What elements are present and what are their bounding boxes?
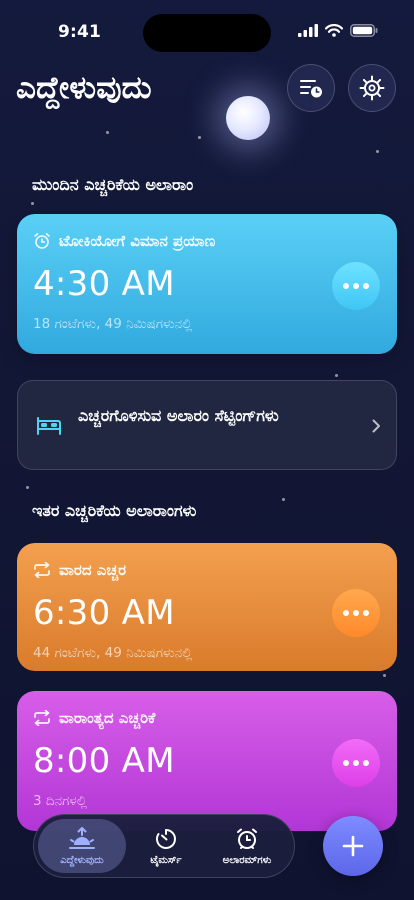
star [106, 131, 109, 134]
more-dot [363, 283, 369, 289]
page-title: ಎದ್ದೇಳುವುದು [16, 70, 152, 106]
alarm-clock-icon [237, 828, 257, 849]
other-alarms-heading: ಇತರ ಎಚ್ಚರಿಕೆಯ ಅಲಾರಾಂಗಳು [32, 501, 197, 520]
wake-alarm-settings-row[interactable]: ಎಚ್ಚರಗೊಳಿಸುವ ಅಲಾರಂ ಸೆಟ್ಟಿಂಗ್‌ಗಳು [17, 380, 397, 470]
gear-icon [359, 75, 385, 101]
alarm-card[interactable]: ವಾರದ ಎಚ್ಚರ 6:30 AM 44 ಗಂಟೆಗಳು, 49 ನಿಮಿಷಗ… [17, 543, 397, 671]
tab-bar: ಎದ್ದೇಳುವುದು ಟೈಮರ್ಸ್ ಅಲಾರಮ್‌ಗಳು [33, 814, 295, 878]
dynamic-island [143, 14, 271, 52]
alarm-label-row: ವಾರದ ಎಚ್ಚರ [33, 561, 381, 579]
more-dot [343, 760, 349, 766]
status-bar: 9:41 [0, 0, 414, 54]
bed-icon [37, 417, 61, 435]
alarm-label: ಟೋಕಿಯೋಗೆ ವಿಮಾನ ಪ್ರಯಾಣ [59, 232, 216, 250]
more-dot [353, 610, 359, 616]
settings-button[interactable] [348, 64, 396, 112]
next-alarm-heading: ಮುಂದಿನ ಎಚ್ಚರಿಕೆಯ ಅಲಾರಾಂ [32, 175, 194, 194]
alarm-more-button[interactable] [332, 739, 380, 787]
more-dot [363, 760, 369, 766]
alarm-label: ವಾರಾಂತ್ಯದ ಎಚ್ಚರಿಕೆ [59, 709, 156, 727]
timer-icon [156, 828, 176, 849]
moon-illustration [226, 96, 270, 140]
tab-timers[interactable]: ಟೈಮರ್ಸ್ [134, 819, 198, 873]
sunrise-icon [69, 826, 95, 849]
tab-alarms[interactable]: ಅಲಾರಮ್‌ಗಳು [206, 819, 288, 873]
repeat-icon [34, 562, 50, 578]
battery-icon [350, 24, 378, 37]
status-icons [298, 24, 378, 37]
alarm-time: 8:00 AM [33, 741, 175, 781]
add-alarm-button[interactable] [323, 816, 383, 876]
chevron-right-icon [372, 419, 380, 433]
alarm-more-button[interactable] [332, 262, 380, 310]
star [31, 202, 34, 205]
alarm-clock-icon [34, 233, 50, 249]
repeat-icon [34, 710, 50, 726]
tab-wake-up[interactable]: ಎದ್ದೇಳುವುದು [38, 819, 126, 873]
more-dot [363, 610, 369, 616]
list-clock-icon [300, 80, 322, 98]
schedule-button[interactable] [287, 64, 335, 112]
more-dot [343, 610, 349, 616]
star [282, 498, 285, 501]
alarm-label-row: ವಾರಾಂತ್ಯದ ಎಚ್ಚರಿಕೆ [33, 709, 381, 727]
alarm-label: ವಾರದ ಎಚ್ಚರ [59, 561, 127, 579]
more-dot [343, 283, 349, 289]
alarm-more-button[interactable] [332, 589, 380, 637]
wake-alarm-settings-label: ಎಚ್ಚರಗೊಳಿಸುವ ಅಲಾರಂ ಸೆಟ್ಟಿಂಗ್‌ಗಳು [78, 406, 279, 425]
next-alarm-card[interactable]: ಟೋಕಿಯೋಗೆ ವಿಮಾನ ಪ್ರಯಾಣ 4:30 AM 18 ಗಂಟೆಗಳು… [17, 214, 397, 354]
alarm-time: 6:30 AM [33, 593, 175, 633]
more-dot [353, 760, 359, 766]
alarm-time: 4:30 AM [33, 264, 175, 304]
alarm-remaining: 3 ದಿನಗಳಲ್ಲಿ [33, 793, 87, 809]
tab-label: ಎದ್ದೇಳುವುದು [60, 854, 104, 866]
star [198, 136, 201, 139]
star [335, 374, 338, 377]
star [383, 674, 386, 677]
star [26, 486, 29, 489]
more-dot [353, 283, 359, 289]
plus-icon [342, 835, 364, 857]
cellular-signal-icon [298, 24, 318, 37]
tab-label: ಟೈಮರ್ಸ್ [150, 854, 182, 866]
alarm-remaining: 44 ಗಂಟೆಗಳು, 49 ನಿಮಿಷಗಳುನಲ್ಲಿ [33, 645, 193, 661]
wifi-icon [325, 24, 343, 37]
alarm-card[interactable]: ವಾರಾಂತ್ಯದ ಎಚ್ಚರಿಕೆ 8:00 AM 3 ದಿನಗಳಲ್ಲಿ [17, 691, 397, 831]
alarm-remaining: 18 ಗಂಟೆಗಳು, 49 ನಿಮಿಷಗಳುನಲ್ಲಿ [33, 316, 193, 332]
status-time: 9:41 [58, 22, 102, 42]
alarm-label-row: ಟೋಕಿಯೋಗೆ ವಿಮಾನ ಪ್ರಯಾಣ [33, 232, 381, 250]
tab-label: ಅಲಾರಮ್‌ಗಳು [222, 854, 272, 866]
star [376, 150, 379, 153]
